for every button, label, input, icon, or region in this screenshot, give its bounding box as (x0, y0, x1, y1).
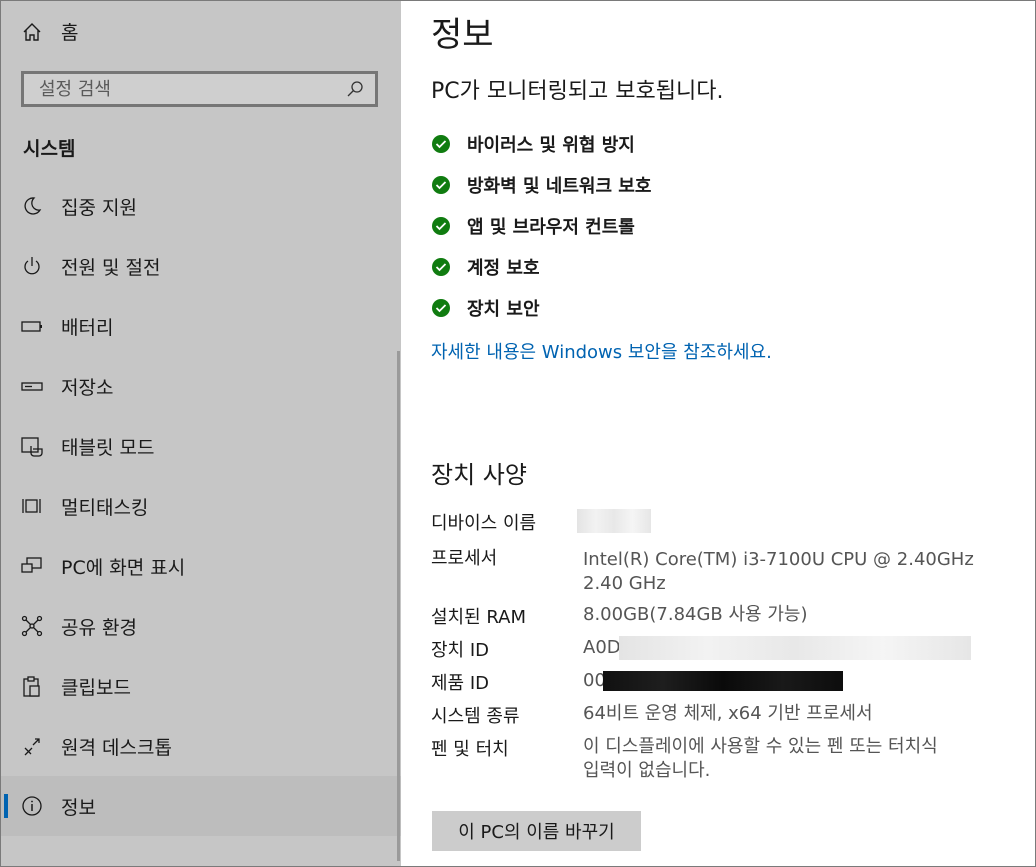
check-circle-icon (431, 175, 451, 195)
storage-icon (21, 375, 43, 397)
sidebar-item-projecting[interactable]: PC에 화면 표시 (1, 536, 401, 596)
sidebar-item-label: 집중 지원 (61, 196, 137, 219)
sidebar-item-label: 배터리 (61, 316, 114, 339)
spec-label: 펜 및 터치 (431, 739, 509, 760)
spec-label: 프로세서 (431, 548, 498, 569)
protection-list: 바이러스 및 위협 방지 방화벽 및 네트워크 보호 앱 및 브라우저 컨트롤 … (431, 123, 651, 328)
sidebar-item-label: 원격 데스크톱 (61, 736, 172, 759)
pen-line-1: 이 디스플레이에 사용할 수 있는 펜 또는 터치식 (583, 736, 938, 757)
settings-window: 홈 시스템 집중 지원 전원 및 절전 배터리 저장소 (0, 0, 1036, 867)
protection-item: 앱 및 브라우저 컨트롤 (431, 205, 651, 246)
spec-value: 이 디스플레이에 사용할 수 있는 펜 또는 터치식 입력이 없습니다. (583, 735, 1013, 783)
sidebar-item-focus-assist[interactable]: 집중 지원 (1, 176, 401, 236)
sidebar-item-remote-desktop[interactable]: 원격 데스크톱 (1, 716, 401, 776)
spec-label: 설치된 RAM (431, 607, 527, 628)
check-circle-icon (431, 257, 451, 277)
sidebar-item-label: 태블릿 모드 (61, 436, 155, 459)
protection-label: 앱 및 브라우저 컨트롤 (467, 216, 635, 238)
redacted-product-id (603, 671, 843, 691)
check-circle-icon (431, 298, 451, 318)
spec-label: 장치 ID (431, 640, 490, 661)
home-icon (21, 21, 43, 43)
protection-label: 계정 보호 (467, 257, 540, 279)
redacted-device-id (619, 636, 971, 660)
processor-line-1: Intel(R) Core(TM) i3-7100U CPU @ 2.40GHz (583, 549, 974, 570)
section-title-system: 시스템 (23, 138, 76, 160)
sidebar-item-label: 클립보드 (61, 676, 131, 699)
windows-security-link[interactable]: 자세한 내용은 Windows 보안을 참조하세요. (431, 338, 772, 364)
spec-value: 8.00GB(7.84GB 사용 가능) (583, 604, 808, 625)
device-specs-heading: 장치 사양 (431, 461, 527, 489)
spec-label: 디바이스 이름 (431, 513, 537, 534)
protection-item: 방화벽 및 네트워크 보호 (431, 164, 651, 205)
rename-pc-button[interactable]: 이 PC의 이름 바꾸기 (432, 811, 641, 851)
power-icon (21, 255, 43, 277)
sidebar: 홈 시스템 집중 지원 전원 및 절전 배터리 저장소 (1, 1, 401, 866)
battery-icon (21, 315, 43, 337)
clipboard-icon (21, 675, 43, 697)
sidebar-item-tablet-mode[interactable]: 태블릿 모드 (1, 416, 401, 476)
sidebar-item-clipboard[interactable]: 클립보드 (1, 656, 401, 716)
spec-label: 시스템 종류 (431, 706, 520, 727)
tablet-mode-icon (21, 435, 43, 457)
sidebar-item-battery[interactable]: 배터리 (1, 296, 401, 356)
multitasking-icon (21, 495, 43, 517)
page-title: 정보 (431, 15, 494, 55)
info-icon (21, 795, 43, 817)
protection-label: 바이러스 및 위협 방지 (467, 134, 635, 156)
home-link[interactable]: 홈 (21, 18, 78, 45)
sidebar-item-power-sleep[interactable]: 전원 및 절전 (1, 236, 401, 296)
sidebar-nav: 집중 지원 전원 및 절전 배터리 저장소 태블릿 모드 멀티태스킹 PC에 화… (1, 176, 401, 836)
sidebar-item-multitasking[interactable]: 멀티태스킹 (1, 476, 401, 536)
spec-value: 64비트 운영 체제, x64 기반 프로세서 (583, 703, 873, 724)
sidebar-item-label: 전원 및 절전 (61, 256, 161, 279)
search-input[interactable] (24, 73, 345, 105)
sidebar-scrollbar[interactable] (397, 351, 400, 861)
search-icon[interactable] (345, 79, 365, 99)
protection-label: 방화벽 및 네트워크 보호 (467, 175, 652, 197)
sidebar-item-label: 정보 (61, 796, 96, 819)
protection-item: 장치 보안 (431, 287, 651, 328)
home-label: 홈 (61, 22, 79, 44)
main-content: 정보 PC가 모니터링되고 보호됩니다. 바이러스 및 위협 방지 방화벽 및 … (401, 1, 1035, 866)
check-circle-icon (431, 216, 451, 236)
protection-item: 바이러스 및 위협 방지 (431, 123, 651, 164)
spec-label: 제품 ID (431, 673, 490, 694)
sidebar-item-label: 멀티태스킹 (61, 496, 149, 519)
sidebar-item-about[interactable]: 정보 (1, 776, 401, 836)
sidebar-item-label: 저장소 (61, 376, 114, 399)
protection-status-heading: PC가 모니터링되고 보호됩니다. (431, 79, 724, 104)
redacted-device-name (577, 509, 651, 533)
moon-icon (21, 195, 43, 217)
sidebar-item-storage[interactable]: 저장소 (1, 356, 401, 416)
project-icon (21, 555, 43, 577)
remote-desktop-icon (21, 735, 43, 757)
spec-value: Intel(R) Core(TM) i3-7100U CPU @ 2.40GHz… (583, 548, 1013, 596)
sidebar-item-label: 공유 환경 (61, 616, 137, 639)
protection-label: 장치 보안 (467, 298, 540, 320)
settings-search-box[interactable] (21, 71, 378, 107)
share-icon (21, 615, 43, 637)
sidebar-item-shared-experiences[interactable]: 공유 환경 (1, 596, 401, 656)
check-circle-icon (431, 134, 451, 154)
protection-item: 계정 보호 (431, 246, 651, 287)
processor-line-2: 2.40 GHz (583, 573, 666, 594)
pen-line-2: 입력이 없습니다. (583, 760, 711, 781)
sidebar-item-label: PC에 화면 표시 (61, 556, 186, 579)
